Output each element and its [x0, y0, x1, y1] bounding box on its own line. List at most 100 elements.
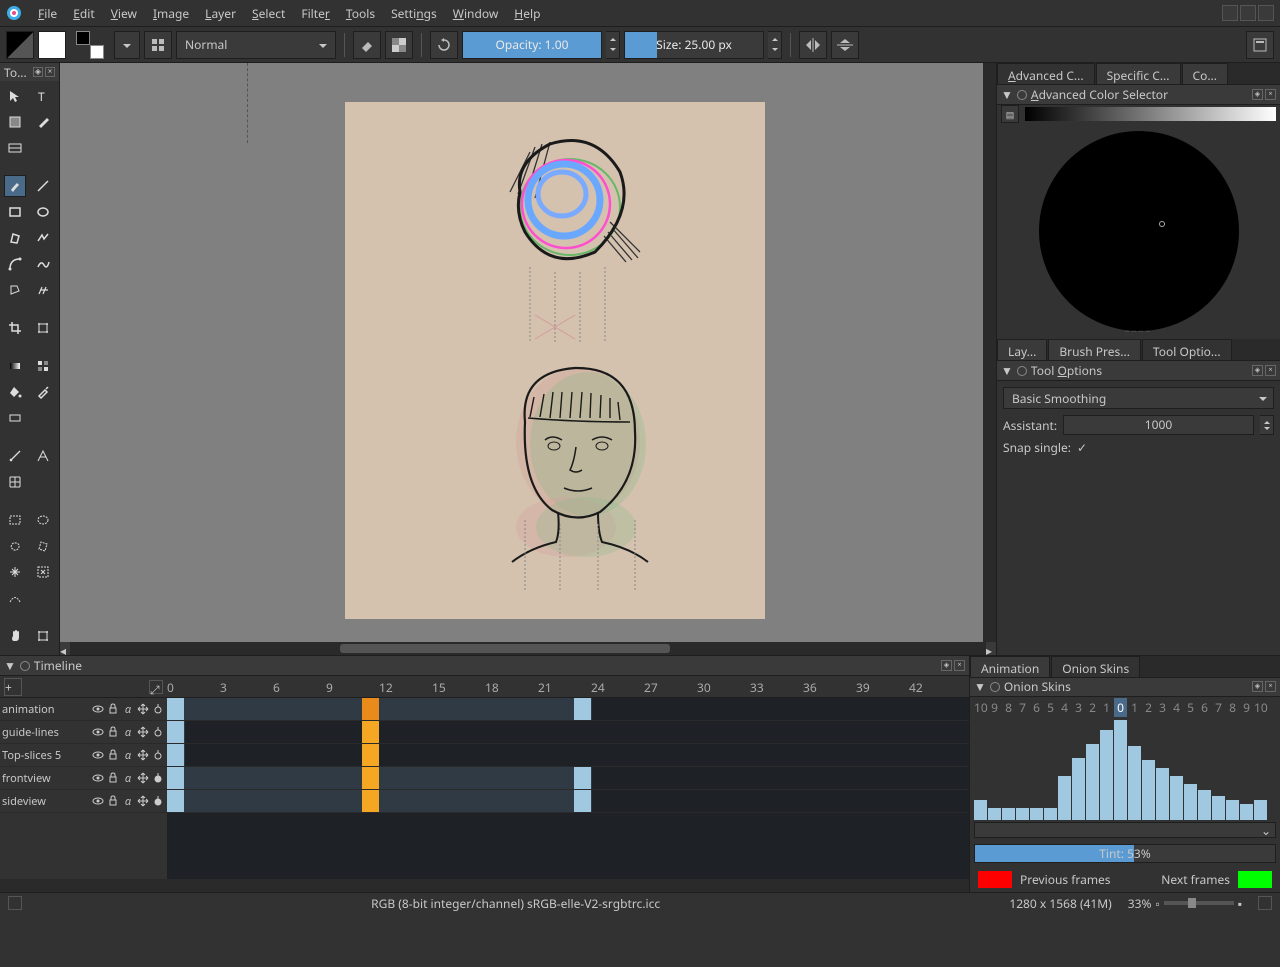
alpha-icon[interactable]: α — [121, 748, 135, 762]
onion-opacity-bar[interactable] — [1142, 760, 1155, 820]
tab-tool-options[interactable]: Tool Optio... — [1142, 339, 1232, 360]
alpha-lock-toggle[interactable] — [385, 31, 413, 59]
tab-brush-presets[interactable]: Brush Pres... — [1048, 339, 1141, 360]
onion-scale-number[interactable]: 1 — [1100, 699, 1113, 716]
onion-opacity-bar[interactable] — [1212, 796, 1225, 820]
menu-image[interactable]: Image — [145, 1, 197, 26]
polygon-select-tool[interactable] — [32, 535, 54, 557]
onion-opacity-bar[interactable] — [1156, 768, 1169, 820]
timeline-track-row[interactable] — [167, 721, 969, 744]
menu-select[interactable]: Select — [244, 1, 293, 26]
color-picker-tool[interactable] — [32, 381, 54, 403]
onion-expand-button[interactable]: ⌄ — [974, 822, 1276, 838]
onion-frame-scale[interactable]: 10987654321012345678910 — [970, 697, 1280, 718]
mirror-vertical-button[interactable] — [831, 31, 859, 59]
onion-scale-number[interactable]: 5 — [1184, 699, 1197, 716]
keyframe[interactable] — [167, 744, 184, 766]
window-close-button[interactable] — [1258, 5, 1274, 21]
selection-status-icon[interactable] — [8, 896, 22, 910]
keyframe[interactable] — [167, 790, 184, 812]
onion-scale-number[interactable]: 10 — [974, 699, 987, 716]
onion-scale-number[interactable]: 6 — [1030, 699, 1043, 716]
canvas[interactable] — [345, 102, 765, 619]
pan-tool[interactable] — [4, 625, 26, 647]
grid-tool[interactable] — [4, 471, 26, 493]
timeline-layer-row[interactable]: Top-slices 5α — [0, 744, 167, 767]
line-tool[interactable] — [32, 175, 54, 197]
fill-tool[interactable] — [4, 381, 26, 403]
background-swatch[interactable] — [38, 31, 66, 59]
color-wheel[interactable]: ┄┄┄┄ — [997, 123, 1280, 339]
onion-opacity-bar[interactable] — [1240, 804, 1253, 820]
workspace-chooser-button[interactable] — [1246, 31, 1274, 59]
visibility-icon[interactable] — [91, 702, 105, 716]
keyframe[interactable] — [362, 790, 379, 812]
onion-opacity-bar[interactable] — [1254, 800, 1267, 820]
snap-single-checkbox[interactable]: ✓ — [1077, 439, 1087, 456]
onion-opacity-bar[interactable] — [1184, 784, 1197, 820]
timeline-close-button[interactable]: × — [954, 660, 965, 671]
onion-scale-number[interactable]: 10 — [1254, 699, 1267, 716]
gradient-tool[interactable] — [4, 355, 26, 377]
acs-close-button[interactable]: × — [1265, 89, 1276, 100]
size-spinner[interactable] — [768, 31, 782, 59]
move-icon[interactable] — [136, 725, 150, 739]
freehand-path-tool[interactable] — [32, 253, 54, 275]
mirror-horizontal-button[interactable] — [799, 31, 827, 59]
move-tool[interactable] — [4, 85, 26, 107]
keyframe[interactable] — [362, 767, 379, 789]
polyline-tool[interactable] — [32, 227, 54, 249]
value-gradient[interactable]: ▤ — [1025, 107, 1276, 121]
toolbox-float-button[interactable]: ◈ — [33, 67, 43, 77]
add-layer-button[interactable]: + — [4, 678, 22, 696]
acs-float-button[interactable]: ◈ — [1252, 89, 1263, 100]
onion-opacity-bars[interactable] — [970, 717, 1280, 820]
tab-animation[interactable]: Animation — [970, 656, 1050, 677]
tab-onion-skins[interactable]: Onion Skins — [1051, 656, 1140, 677]
menu-filter[interactable]: Filter — [293, 1, 338, 26]
timeline-track-row[interactable] — [167, 767, 969, 790]
prev-frames-color[interactable] — [978, 871, 1012, 888]
rect-select-tool[interactable] — [4, 509, 26, 531]
tab-specific-color[interactable]: Specific C... — [1096, 63, 1181, 84]
blend-mode-select[interactable]: Normal — [176, 31, 336, 59]
rectangle-tool[interactable] — [4, 201, 26, 223]
smoothing-select[interactable]: Basic Smoothing — [1003, 387, 1274, 409]
zoom-in-icon[interactable]: ▪ — [1238, 895, 1242, 912]
onion-opacity-bar[interactable] — [988, 808, 1001, 820]
onion-opacity-bar[interactable] — [974, 800, 987, 820]
onion-opacity-bar[interactable] — [1226, 800, 1239, 820]
onion-scale-number[interactable]: 3 — [1072, 699, 1085, 716]
fg-bg-color-picker[interactable] — [76, 31, 104, 59]
onion-scale-number[interactable]: 2 — [1086, 699, 1099, 716]
canvas-rotation-icon[interactable] — [1258, 896, 1272, 910]
visibility-icon[interactable] — [91, 725, 105, 739]
brush-tool[interactable] — [4, 175, 26, 197]
onion-scale-number[interactable]: 8 — [1226, 699, 1239, 716]
keyframe[interactable] — [574, 698, 591, 720]
onion-close-button[interactable]: × — [1265, 681, 1276, 692]
visibility-icon[interactable] — [91, 771, 105, 785]
zoom-out-icon[interactable]: ▫ — [1155, 895, 1159, 912]
crop-tool[interactable] — [4, 317, 26, 339]
keyframe[interactable] — [362, 744, 379, 766]
onion-scale-number[interactable]: 7 — [1016, 699, 1029, 716]
onion-opacity-bar[interactable] — [1072, 758, 1085, 820]
timeline-layer-row[interactable]: frontviewα — [0, 767, 167, 790]
polygon-tool[interactable] — [4, 227, 26, 249]
menu-view[interactable]: View — [103, 1, 145, 26]
calligraphy-tool[interactable] — [32, 111, 54, 133]
ellipse-tool[interactable] — [32, 201, 54, 223]
next-frames-color[interactable] — [1238, 871, 1272, 888]
eraser-toggle[interactable] — [353, 31, 381, 59]
onion-scale-number[interactable]: 3 — [1156, 699, 1169, 716]
timeline-settings-button[interactable]: ⤢ — [149, 680, 163, 694]
onion-opacity-bar[interactable] — [1114, 720, 1127, 820]
bezier-select-tool[interactable] — [4, 587, 26, 609]
text-tool[interactable]: T — [32, 85, 54, 107]
menu-settings[interactable]: Settings — [383, 1, 445, 26]
timeline-layer-row[interactable]: guide-linesα — [0, 721, 167, 744]
lock-icon[interactable] — [106, 794, 120, 808]
move-icon[interactable] — [136, 771, 150, 785]
keyframe[interactable] — [167, 698, 184, 720]
